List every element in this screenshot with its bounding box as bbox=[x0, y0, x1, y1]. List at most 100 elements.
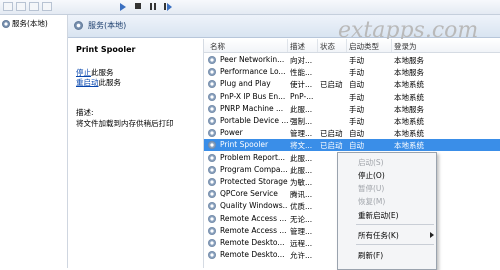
service-cell-name: QPCore Service bbox=[220, 189, 278, 199]
service-cell-logon: 本地系统 bbox=[394, 80, 424, 90]
menu-item-all-tasks[interactable]: 所有任务(K) bbox=[358, 230, 434, 241]
restart-service-icon[interactable] bbox=[163, 2, 173, 11]
service-row[interactable]: PnP-X IP Bus En... PnP-... 手动 本地系统 bbox=[204, 91, 500, 103]
service-cell-logon: 本地系统 bbox=[394, 117, 424, 126]
service-gear-icon bbox=[208, 226, 216, 235]
service-cell-status: 已启动 bbox=[320, 129, 343, 139]
service-cell-desc: 使计... bbox=[290, 80, 313, 90]
restart-link-suffix: 此服务 bbox=[98, 78, 122, 87]
services-gear-icon bbox=[2, 19, 10, 28]
services-gear-icon bbox=[74, 21, 83, 30]
service-cell-desc: 强制... bbox=[290, 117, 313, 126]
service-cell-desc: 管理... bbox=[290, 129, 313, 139]
service-gear-icon bbox=[208, 165, 216, 174]
service-cell-name: Remote Access ... bbox=[220, 213, 287, 223]
menu-item-resume[interactable]: 恢复(M) bbox=[358, 196, 385, 207]
service-gear-icon bbox=[208, 92, 216, 101]
service-cell-name: Program Compa... bbox=[220, 164, 288, 174]
service-cell-name: Print Spooler bbox=[220, 140, 269, 150]
service-cell-name: Peer Networkin... bbox=[220, 55, 285, 64]
service-cell-name: Protected Storage bbox=[220, 177, 288, 186]
service-cell-name: Remote Access ... bbox=[220, 225, 287, 235]
service-cell-name: Power bbox=[220, 128, 243, 138]
service-gear-icon bbox=[208, 80, 216, 89]
service-row[interactable]: Performance Lo... 性能... 手动 本地服务 bbox=[204, 66, 500, 78]
service-cell-desc: 将文... bbox=[290, 141, 313, 151]
submenu-arrow-icon bbox=[430, 232, 434, 238]
service-cell-desc: 此服... bbox=[290, 153, 313, 163]
service-cell-status: 已启动 bbox=[320, 141, 343, 151]
service-cell-name: Remote Deskto... bbox=[220, 250, 285, 260]
service-cell-startup: 自动 bbox=[349, 129, 364, 139]
column-status[interactable]: 状态 bbox=[320, 41, 335, 52]
column-startup-type[interactable]: 启动类型 bbox=[349, 41, 379, 52]
menu-item-start[interactable]: 启动(S) bbox=[358, 157, 384, 168]
service-cell-logon: 本地系统 bbox=[394, 92, 424, 102]
service-gear-icon bbox=[208, 178, 216, 186]
service-cell-startup: 手动 bbox=[349, 92, 364, 102]
service-row[interactable]: Portable Device ... 强制... 手动 本地系统 bbox=[204, 115, 500, 127]
service-cell-desc: 管理... bbox=[290, 226, 313, 236]
tree-item-label: 服务(本地) bbox=[12, 19, 48, 28]
service-cell-logon: 本地服务 bbox=[394, 56, 424, 65]
service-cell-name: Portable Device ... bbox=[220, 116, 288, 125]
service-cell-desc: 此服... bbox=[290, 165, 313, 175]
menu-item-pause[interactable]: 暂停(U) bbox=[358, 183, 384, 194]
context-menu: 启动(S) 停止(O) 暂停(U) 恢复(M) 重新启动(E) 所有任务(K) … bbox=[337, 152, 437, 270]
service-cell-name: Problem Report... bbox=[220, 152, 286, 162]
stop-link-suffix: 此服务 bbox=[91, 68, 114, 77]
service-cell-desc: 为敏... bbox=[290, 178, 313, 187]
service-cell-name: PnP-X IP Bus En... bbox=[220, 91, 286, 101]
header-title: 服务(本地) bbox=[88, 21, 127, 30]
service-cell-desc: 允许... bbox=[290, 251, 313, 261]
service-cell-startup: 手动 bbox=[349, 56, 364, 65]
service-cell-desc: 腾讯... bbox=[290, 190, 313, 200]
properties-icon[interactable] bbox=[16, 2, 26, 11]
service-name: Print Spooler bbox=[76, 45, 136, 54]
pause-service-icon[interactable] bbox=[148, 2, 158, 11]
service-cell-status: 已启动 bbox=[320, 80, 343, 90]
description-label: 描述: bbox=[76, 108, 94, 117]
service-cell-desc: 无论... bbox=[290, 214, 313, 224]
column-header-row: 名称 描述 状态 启动类型 登录为 bbox=[204, 39, 500, 53]
service-cell-startup: 自动 bbox=[349, 141, 364, 151]
service-cell-name: Quality Windows... bbox=[220, 201, 288, 211]
tree-item-services-local[interactable]: 服务(本地) bbox=[2, 18, 48, 29]
service-row[interactable]: PNRP Machine ... 此服... 手动 本地服务 bbox=[204, 103, 500, 115]
service-row[interactable]: Plug and Play 使计... 已启动 自动 本地系统 bbox=[204, 78, 500, 90]
service-gear-icon bbox=[208, 104, 216, 113]
service-gear-icon bbox=[208, 214, 216, 223]
service-cell-desc: 此服... bbox=[290, 104, 313, 114]
menu-item-refresh[interactable]: 刷新(F) bbox=[358, 250, 383, 261]
menu-item-stop[interactable]: 停止(O) bbox=[358, 170, 385, 181]
service-gear-icon bbox=[208, 68, 216, 77]
menu-item-restart[interactable]: 重新启动(E) bbox=[358, 210, 399, 221]
service-cell-startup: 手动 bbox=[349, 104, 364, 114]
service-cell-startup: 自动 bbox=[349, 80, 364, 90]
stop-service-icon[interactable] bbox=[133, 2, 143, 11]
column-description[interactable]: 描述 bbox=[290, 41, 305, 52]
service-cell-logon: 本地服务 bbox=[394, 68, 424, 78]
service-row[interactable]: Print Spooler 将文... 已启动 自动 本地系统 bbox=[204, 139, 500, 152]
service-cell-desc: 向对... bbox=[290, 56, 313, 65]
service-row[interactable]: Power 管理... 已启动 自动 本地系统 bbox=[204, 127, 500, 139]
service-cell-logon: 本地系统 bbox=[394, 129, 424, 139]
service-cell-desc: PnP-... bbox=[290, 91, 314, 101]
export-list-icon[interactable] bbox=[42, 2, 52, 11]
column-name[interactable]: 名称 bbox=[210, 41, 225, 52]
show-hide-tree-icon[interactable] bbox=[3, 2, 13, 11]
restart-service-link[interactable]: 重启动 bbox=[76, 78, 99, 87]
service-gear-icon bbox=[208, 202, 216, 211]
service-cell-name: PNRP Machine ... bbox=[220, 103, 284, 113]
service-cell-logon: 本地系统 bbox=[394, 141, 424, 151]
service-gear-icon bbox=[208, 129, 216, 138]
start-service-icon[interactable] bbox=[118, 2, 128, 11]
description-text: 将文件加载到内存供稍后打印 bbox=[76, 119, 174, 128]
service-cell-startup: 手动 bbox=[349, 68, 364, 78]
stop-service-link[interactable]: 停止 bbox=[76, 68, 91, 77]
column-logon-as[interactable]: 登录为 bbox=[394, 41, 417, 52]
help-icon[interactable] bbox=[29, 2, 39, 11]
menu-item-all-tasks-label: 所有任务(K) bbox=[358, 231, 399, 240]
service-gear-icon bbox=[208, 56, 216, 64]
service-row[interactable]: Peer Networkin... 向对... 手动 本地服务 bbox=[204, 54, 500, 66]
